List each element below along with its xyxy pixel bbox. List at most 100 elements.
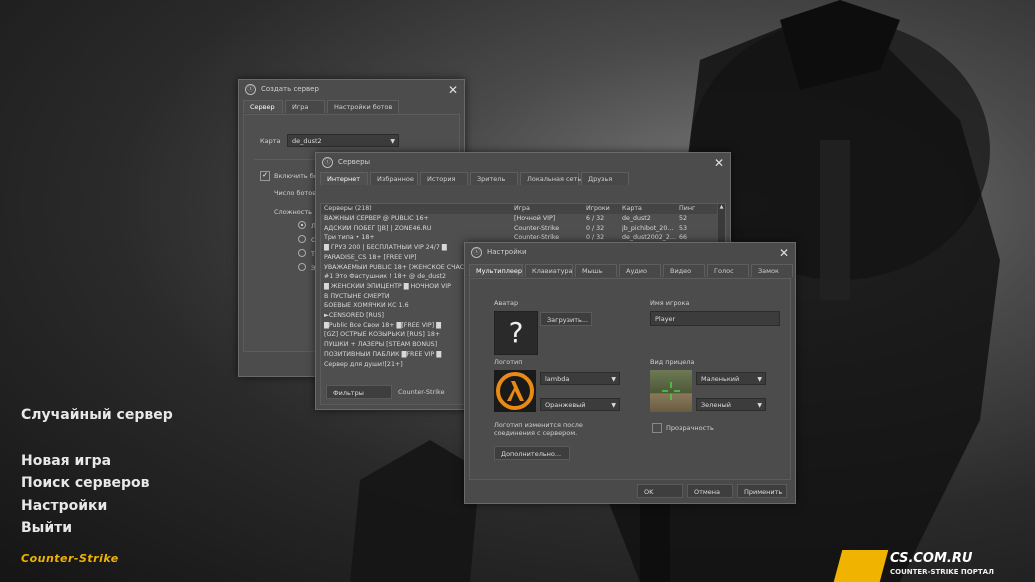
column-header-map[interactable]: Карта (622, 205, 642, 212)
menu-quit[interactable]: Выйти (21, 520, 72, 536)
logo-value: lambda (545, 375, 570, 383)
crosshair-color-select[interactable]: Зеленый ▼ (696, 398, 766, 411)
upload-button[interactable]: Загрузить... (540, 312, 592, 326)
difficulty-radio-easy[interactable] (298, 221, 306, 229)
enable-bots-checkbox[interactable]: ✓ (260, 171, 270, 181)
table-cell-ping: 53 (679, 224, 688, 232)
player-name-input[interactable]: Player (650, 311, 780, 326)
menu-random-server[interactable]: Случайный сервер (21, 407, 173, 423)
table-row[interactable]: ВАЖНЫЙ СЕРВЕР @ PUBLIC 16+ [Ночной VIP] 6 … (321, 215, 717, 225)
steam-logo-icon: ⓢ (245, 83, 256, 95)
transparency-checkbox[interactable] (652, 423, 662, 433)
tab-voice[interactable]: Голос (707, 264, 749, 277)
column-header-players[interactable]: Игроки (586, 205, 610, 212)
table-cell-game: Counter-Strike (514, 234, 560, 242)
crosshair-icon (662, 382, 680, 400)
crosshair-size-value: Маленький (701, 375, 740, 383)
tab-multiplayer[interactable]: Мультиплеер (469, 264, 523, 277)
menu-settings[interactable]: Настройки (21, 498, 107, 514)
lambda-logo-svg (496, 372, 534, 410)
chevron-down-icon: ▼ (757, 376, 762, 383)
tab-spectate[interactable]: Зритель (470, 172, 518, 185)
crosshair-label: Вид прицела (650, 358, 695, 366)
tab-video[interactable]: Видео (663, 264, 705, 277)
servers-titlebar[interactable]: ⓢ Серверы (316, 153, 730, 171)
lambda-logo-icon (494, 370, 536, 412)
tab-game[interactable]: Игра (285, 100, 325, 113)
tab-audio[interactable]: Аудио (619, 264, 661, 277)
map-select[interactable]: de_dust2 ▼ (287, 134, 399, 147)
tab-bot-settings[interactable]: Настройки ботов (327, 100, 400, 113)
counter-strike-logo: Counter-Strike (21, 552, 119, 565)
menu-new-game[interactable]: Новая игра (21, 453, 111, 469)
table-cell-ping: 66 (679, 234, 688, 242)
transparency-label: Прозрачность (666, 424, 714, 432)
chevron-down-icon: ▼ (611, 402, 616, 409)
settings-titlebar[interactable]: ⓢ Настройки (465, 243, 795, 261)
tab-favorites[interactable]: Избранное (370, 172, 418, 185)
crosshair-preview (650, 370, 692, 412)
tab-friends[interactable]: Друзья (581, 172, 629, 185)
column-header-game[interactable]: Игра (514, 205, 530, 212)
steam-logo-icon: ⓢ (322, 156, 333, 168)
close-icon[interactable]: ✕ (779, 246, 789, 260)
tab-history[interactable]: История (420, 172, 468, 185)
table-cell-name: АДСКИЙ ПОБЕГ [JB] | ZONE46.RU (324, 224, 432, 232)
map-label: Карта (260, 137, 281, 145)
close-icon[interactable]: ✕ (714, 156, 724, 170)
logo-label: Логотип (494, 358, 523, 366)
difficulty-label: Сложность (274, 208, 312, 216)
avatar-label: Аватар (494, 299, 519, 307)
close-icon[interactable]: ✕ (448, 83, 458, 97)
logo-color-select[interactable]: Оранжевый ▼ (540, 398, 620, 411)
crosshair-size-select[interactable]: Маленький ▼ (696, 372, 766, 385)
menu-find-servers[interactable]: Поиск серверов (21, 475, 150, 491)
filters-button[interactable]: Фильтры (326, 385, 392, 399)
table-cell-players: 0 / 32 (586, 224, 605, 232)
table-cell-game: Counter-Strike (514, 224, 560, 232)
watermark: CS.COM.RU COUNTER-STRIKE ПОРТАЛ (833, 548, 1035, 582)
tab-keyboard[interactable]: Клавиатура (525, 264, 573, 277)
apply-button[interactable]: Применить (737, 484, 787, 498)
chevron-down-icon: ▼ (390, 138, 395, 145)
difficulty-radio-hard[interactable] (298, 249, 306, 257)
difficulty-radio-normal[interactable] (298, 235, 306, 243)
table-cell-players: 0 / 32 (586, 234, 605, 242)
create-server-tabs: Сервер Игра Настройки ботов (239, 98, 464, 113)
tab-mouse[interactable]: Мышь (575, 264, 617, 277)
bot-count-label: Число ботов (274, 189, 317, 197)
settings-panel: Аватар ? Загрузить... Имя игрока Player … (469, 278, 791, 480)
settings-tabs: Мультиплеер Клавиатура Мышь Аудио Видео … (465, 261, 795, 277)
map-value: de_dust2 (292, 137, 322, 145)
servers-table-header: Серверы (218) Игра Игроки Карта Пинг (321, 204, 717, 214)
avatar-placeholder: ? (508, 316, 524, 349)
logo-color-value: Оранжевый (545, 401, 586, 409)
ok-button[interactable]: OK (637, 484, 683, 498)
table-cell-name: ВАЖНЫЙ СЕРВЕР @ PUBLIC 16+ (324, 215, 429, 222)
cancel-button[interactable]: Отмена (687, 484, 733, 498)
settings-title: Настройки (487, 248, 527, 256)
table-cell-ping: 52 (679, 215, 688, 222)
tab-lock[interactable]: Замок (751, 264, 793, 277)
avatar[interactable]: ? (494, 311, 538, 355)
settings-window: ⓢ Настройки ✕ Мультиплеер Клавиатура Мыш… (464, 242, 796, 504)
filter-game-value: Counter-Strike (398, 388, 445, 396)
scroll-up-icon[interactable]: ▲ (718, 204, 725, 210)
create-server-titlebar[interactable]: ⓢ Создать сервер (239, 80, 464, 98)
column-header-servers[interactable]: Серверы (218) (324, 205, 372, 212)
servers-tabs: Интернет Избранное История Зритель Локал… (316, 171, 730, 185)
difficulty-radio-expert[interactable] (298, 263, 306, 271)
logo-select[interactable]: lambda ▼ (540, 372, 620, 385)
create-server-title: Создать сервер (261, 85, 319, 93)
table-row[interactable]: АДСКИЙ ПОБЕГ [JB] | ZONE46.RU Counter-Str… (321, 225, 717, 235)
tab-server[interactable]: Сервер (243, 100, 283, 113)
table-cell-players: 6 / 32 (586, 215, 605, 222)
watermark-sub: COUNTER-STRIKE ПОРТАЛ (890, 568, 994, 576)
advanced-button[interactable]: Дополнительно... (494, 446, 570, 460)
steam-logo-icon: ⓢ (471, 246, 482, 258)
table-cell-game: [Ночной VIP] (514, 215, 556, 222)
tab-lan[interactable]: Локальная сеть (520, 172, 581, 185)
chevron-down-icon: ▼ (757, 402, 762, 409)
tab-internet[interactable]: Интернет (320, 172, 368, 185)
column-header-ping[interactable]: Пинг (679, 205, 695, 212)
